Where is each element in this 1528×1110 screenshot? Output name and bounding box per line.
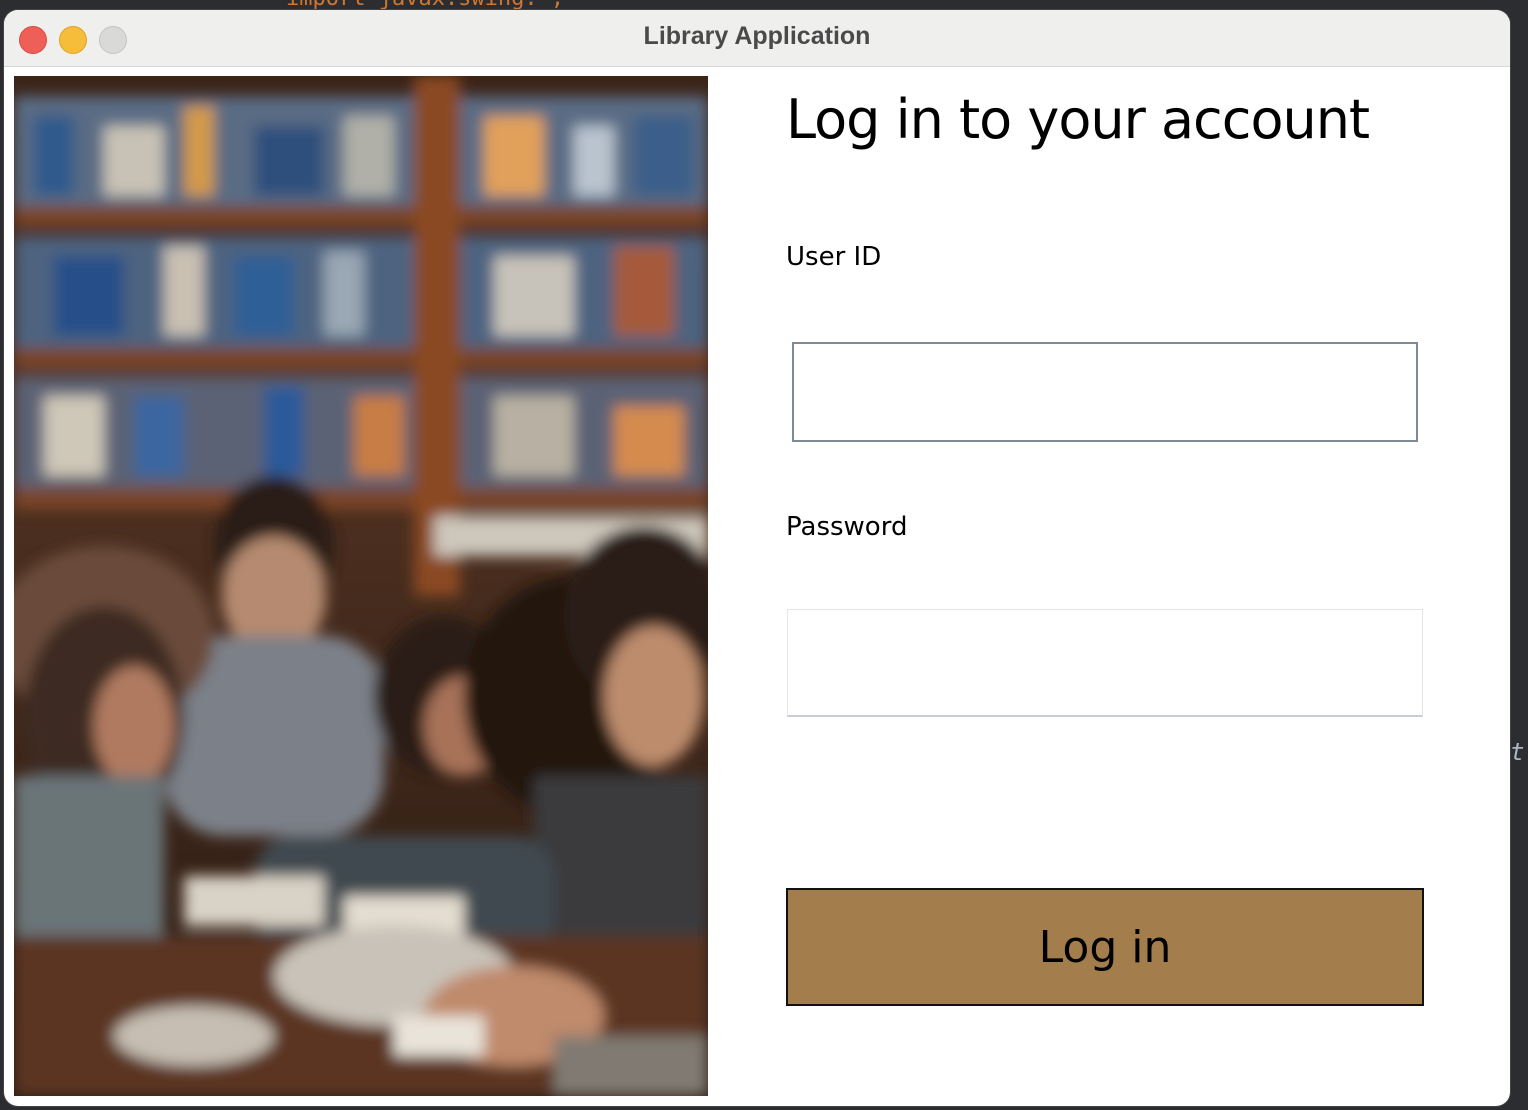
user-id-label: User ID xyxy=(786,242,882,272)
password-input[interactable] xyxy=(787,609,1423,717)
library-photo xyxy=(14,76,708,1096)
login-button[interactable]: Log in xyxy=(786,888,1424,1006)
editor-code-fragment-right: t xyxy=(1510,738,1525,766)
library-photo-image xyxy=(14,76,708,1096)
title-bar[interactable]: Library Application xyxy=(4,10,1510,67)
password-label: Password xyxy=(786,512,908,542)
app-window: Library Application Log in to your accou… xyxy=(4,10,1510,1106)
page-title: Log in to your account xyxy=(786,88,1370,151)
window-title: Library Application xyxy=(643,22,871,50)
user-id-input[interactable] xyxy=(792,342,1418,442)
